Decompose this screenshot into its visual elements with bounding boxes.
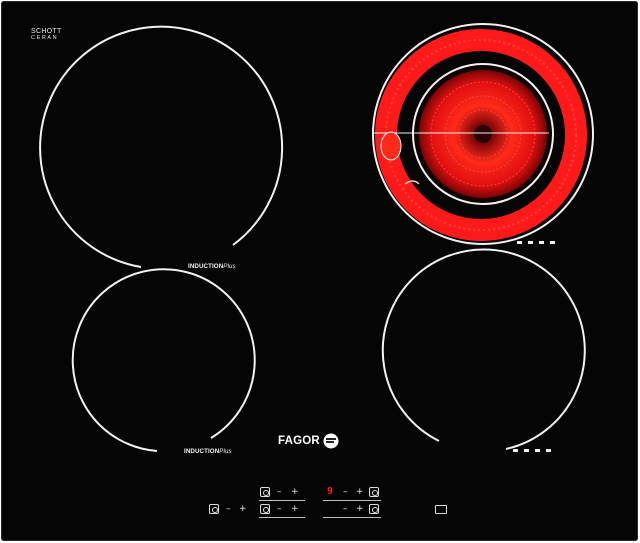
rear-right-minus[interactable]: – bbox=[343, 488, 348, 497]
fagor-logo-text: FAGOR bbox=[278, 435, 320, 447]
zone-top-left-outline[interactable] bbox=[39, 25, 284, 268]
induction-label-text: INDUCTION bbox=[184, 448, 220, 455]
induction-label-text: INDUCTION bbox=[188, 263, 224, 270]
zone-top-right-indicator-dots bbox=[517, 241, 555, 244]
zone-select-rear-right-key[interactable] bbox=[369, 487, 379, 497]
fagor-logo: FAGOR bbox=[278, 433, 339, 449]
divider bbox=[323, 500, 381, 501]
power-level-display: 9 bbox=[327, 486, 334, 497]
cooktop-glass-panel: SCHOTT CERAN INDUCTIONPlus INDUCTIONPlus… bbox=[1, 1, 638, 541]
rear-left-minus[interactable]: – bbox=[277, 488, 282, 497]
zone-bottom-right-indicator-dots bbox=[513, 449, 551, 452]
divider bbox=[259, 517, 305, 518]
induction-plus-text: Plus bbox=[223, 263, 236, 270]
rear-left-plus[interactable]: + bbox=[291, 488, 299, 497]
induction-plus-label-top: INDUCTIONPlus bbox=[188, 263, 236, 270]
brand-line-1: SCHOTT bbox=[31, 28, 62, 35]
rear-right-plus[interactable]: + bbox=[356, 488, 364, 497]
zone-select-front-right-key[interactable] bbox=[369, 504, 379, 514]
zone-top-right-active[interactable] bbox=[372, 23, 594, 245]
cooking-zones bbox=[39, 23, 594, 452]
zone-bottom-right-outline[interactable] bbox=[381, 248, 586, 450]
front-right-minus[interactable]: – bbox=[343, 505, 348, 514]
brand-line-2: CERAN bbox=[31, 35, 59, 41]
fagor-mark-icon bbox=[323, 433, 339, 449]
timer-minus[interactable]: – bbox=[226, 505, 231, 514]
lock-key-icon[interactable] bbox=[435, 505, 447, 514]
front-right-plus[interactable]: + bbox=[356, 505, 364, 514]
divider bbox=[259, 500, 305, 501]
zone-select-rear-left-key[interactable] bbox=[260, 487, 270, 497]
timer-plus[interactable]: + bbox=[239, 505, 247, 514]
timer-key[interactable] bbox=[209, 504, 219, 514]
zone-select-front-left-key[interactable] bbox=[260, 504, 270, 514]
divider bbox=[323, 517, 381, 518]
induction-plus-text: Plus bbox=[219, 448, 232, 455]
zone-bottom-left-outline[interactable] bbox=[71, 268, 256, 452]
front-left-plus[interactable]: + bbox=[291, 505, 299, 514]
schott-ceran-logo: SCHOTT CERAN bbox=[31, 28, 62, 42]
induction-plus-label-bottom: INDUCTIONPlus bbox=[184, 448, 232, 455]
front-left-minus[interactable]: – bbox=[277, 505, 282, 514]
